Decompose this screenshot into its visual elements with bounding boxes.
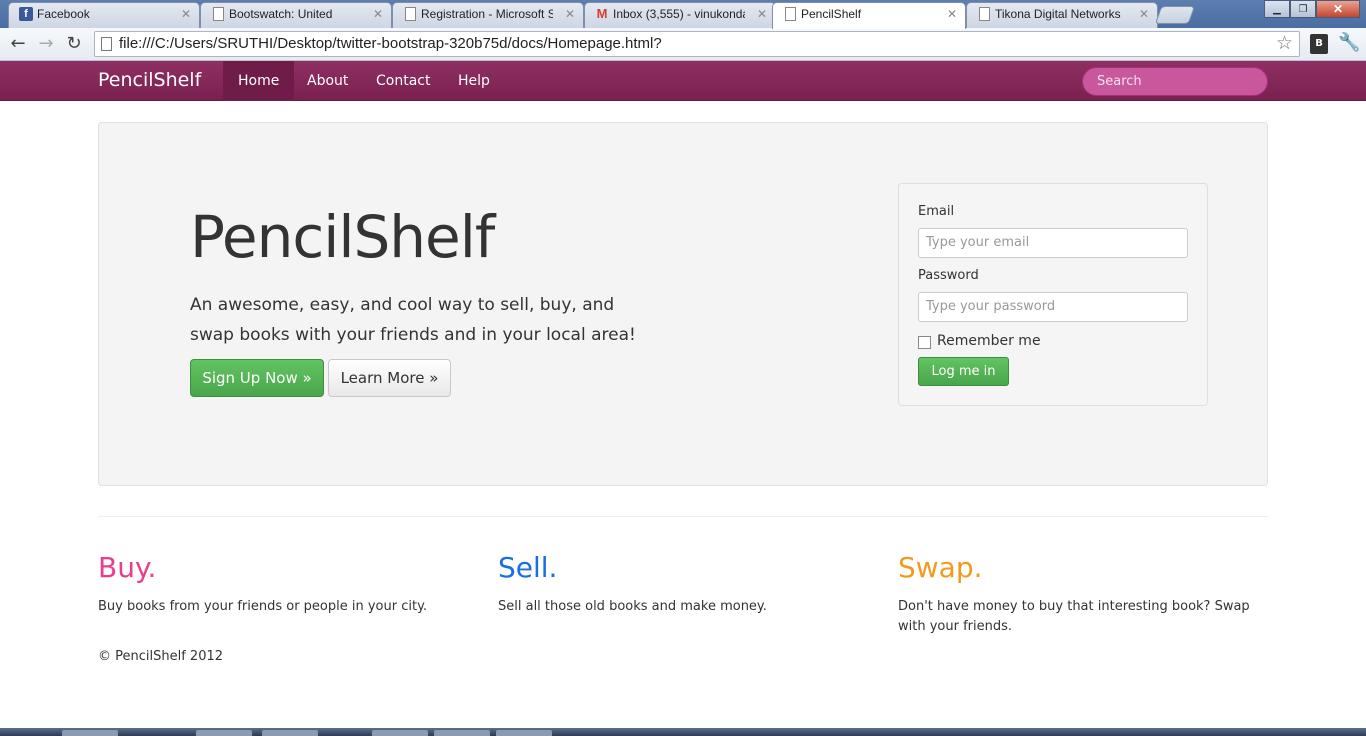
facebook-icon: f: [19, 7, 33, 21]
nav-contact[interactable]: Contact: [361, 61, 445, 101]
close-tab-icon[interactable]: ✕: [947, 3, 957, 25]
feature-sell: Sell. Sell all those old books and make …: [498, 548, 868, 617]
feature-text: Sell all those old books and make money.: [498, 599, 767, 614]
tab-title: PencilShelf: [801, 7, 862, 21]
site-navbar: PencilShelf Home About Contact Help Sear…: [0, 61, 1366, 101]
browser-toolbar: ← → ↻ file:///C:/Users/SRUTHI/Desktop/tw…: [0, 28, 1366, 61]
gmail-icon: M: [596, 6, 608, 21]
hero-title: PencilShelf: [190, 203, 495, 271]
close-tab-icon[interactable]: ✕: [181, 3, 191, 25]
tab-title: Registration - Microsoft Stu: [421, 7, 553, 21]
hero-tagline: An awesome, easy, and cool way to sell, …: [190, 295, 636, 345]
remember-me-checkbox[interactable]: [918, 336, 931, 349]
forward-arrow-icon[interactable]: →: [34, 32, 58, 56]
tab-title: Inbox (3,555) - vinukonda.s: [613, 7, 745, 21]
page-icon: [785, 7, 796, 21]
brand-logo[interactable]: PencilShelf: [98, 69, 201, 91]
close-tab-icon[interactable]: ✕: [373, 3, 383, 25]
browser-tabstrip: f Facebook ✕ Bootswatch: United ✕ Regist…: [0, 0, 1366, 29]
tab-title: Facebook: [37, 7, 90, 21]
taskbar-item[interactable]: [196, 730, 252, 736]
feature-text: Don't have money to buy that interesting…: [898, 599, 1250, 634]
taskbar-item[interactable]: [62, 730, 118, 736]
feature-title: Sell.: [498, 551, 558, 584]
nav-home[interactable]: Home: [223, 61, 295, 101]
bookmark-star-icon[interactable]: ☆: [1276, 32, 1293, 56]
password-field[interactable]: Type your password: [918, 292, 1188, 322]
tab-tikona[interactable]: Tikona Digital Networks ✕: [966, 2, 1158, 28]
wrench-icon[interactable]: 🔧: [1338, 32, 1360, 53]
tab-registration[interactable]: Registration - Microsoft Stu ✕: [392, 2, 584, 28]
page-icon: [979, 7, 990, 21]
page-icon: [405, 7, 416, 21]
log-in-button[interactable]: Log me in: [918, 357, 1009, 386]
maximize-icon[interactable]: ❐: [1290, 0, 1316, 18]
close-window-icon[interactable]: ✕: [1316, 0, 1360, 18]
close-tab-icon[interactable]: ✕: [757, 3, 767, 25]
email-field[interactable]: Type your email: [918, 228, 1188, 258]
nav-about[interactable]: About: [292, 61, 363, 101]
close-tab-icon[interactable]: ✕: [565, 3, 575, 25]
page-icon: [101, 37, 112, 51]
search-input[interactable]: Search: [1082, 67, 1268, 96]
tab-title: Tikona Digital Networks: [995, 7, 1121, 21]
feature-text: Buy books from your friends or people in…: [98, 599, 428, 614]
os-taskbar: [0, 728, 1366, 736]
footer-copyright: © PencilShelf 2012: [98, 649, 224, 664]
sign-up-button[interactable]: Sign Up Now »: [190, 359, 324, 397]
minimize-icon[interactable]: ▁: [1264, 0, 1290, 18]
password-label: Password: [918, 268, 979, 283]
address-bar[interactable]: file:///C:/Users/SRUTHI/Desktop/twitter-…: [94, 31, 1300, 57]
tab-facebook[interactable]: f Facebook ✕: [8, 2, 200, 28]
feature-title: Swap.: [898, 551, 983, 584]
section-divider: [98, 516, 1268, 517]
login-form: Email Type your email Password Type your…: [898, 183, 1208, 406]
tab-title: Bootswatch: United: [229, 7, 333, 21]
taskbar-item[interactable]: [372, 730, 428, 736]
remember-me-label[interactable]: Remember me: [937, 333, 1041, 349]
reload-icon[interactable]: ↻: [62, 32, 86, 56]
taskbar-item[interactable]: [262, 730, 318, 736]
feature-title: Buy.: [98, 551, 157, 584]
extension-icon[interactable]: B: [1310, 34, 1328, 54]
hero-unit: PencilShelf An awesome, easy, and cool w…: [98, 122, 1268, 486]
taskbar-item[interactable]: [434, 730, 490, 736]
back-arrow-icon[interactable]: ←: [6, 32, 30, 56]
nav-help[interactable]: Help: [443, 61, 505, 101]
taskbar-item[interactable]: [496, 730, 552, 736]
page-icon: [213, 7, 224, 21]
tab-bootswatch[interactable]: Bootswatch: United ✕: [200, 2, 392, 28]
feature-swap: Swap. Don't have money to buy that inter…: [898, 548, 1268, 637]
address-text: file:///C:/Users/SRUTHI/Desktop/twitter-…: [119, 35, 662, 52]
feature-buy: Buy. Buy books from your friends or peop…: [98, 548, 468, 617]
new-tab-button[interactable]: [1154, 6, 1196, 24]
email-label: Email: [918, 204, 955, 219]
learn-more-button[interactable]: Learn More »: [328, 359, 451, 397]
close-tab-icon[interactable]: ✕: [1139, 3, 1149, 25]
tab-pencilshelf[interactable]: PencilShelf ✕: [772, 2, 966, 29]
tab-gmail-inbox[interactable]: M Inbox (3,555) - vinukonda.s ✕: [584, 2, 776, 28]
window-controls: ▁ ❐ ✕: [1264, 0, 1360, 18]
